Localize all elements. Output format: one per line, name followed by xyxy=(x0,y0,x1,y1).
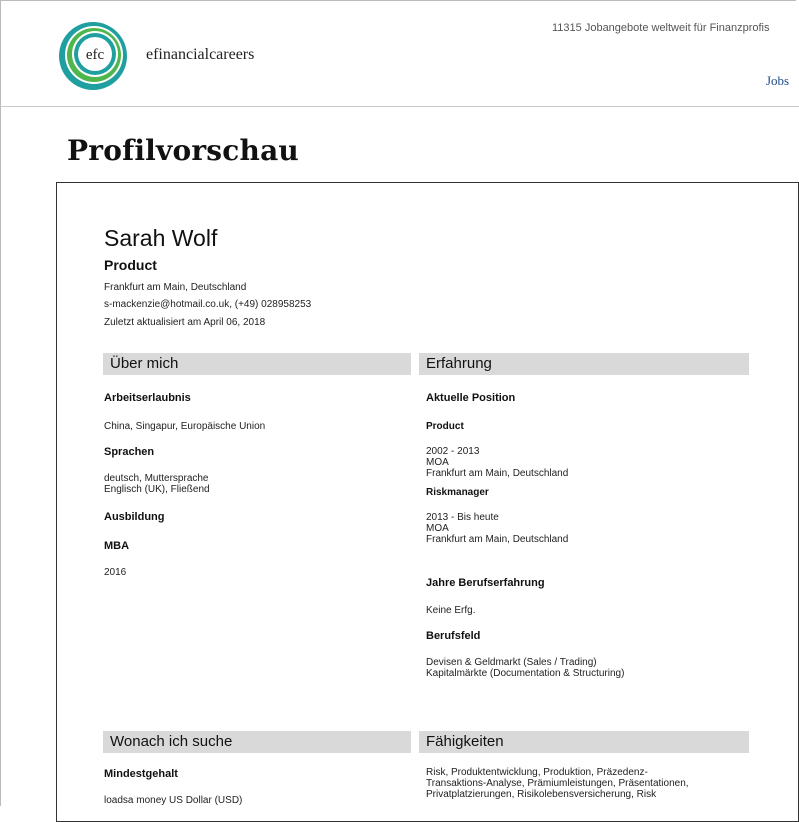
position1-title: Product xyxy=(426,421,464,432)
years-value: Keine Erfg. xyxy=(426,605,476,616)
skills-list: Risk, Produktentwicklung, Produktion, Pr… xyxy=(426,767,689,800)
min-salary-label: Mindestgehalt xyxy=(104,768,178,780)
min-salary-value: loadsa money US Dollar (USD) xyxy=(104,795,243,806)
current-position-label: Aktuelle Position xyxy=(426,392,516,404)
languages-value: deutsch, Muttersprache Englisch (UK), Fl… xyxy=(104,473,210,495)
section-seeking-title: Wonach ich suche xyxy=(110,733,233,750)
languages-label: Sprachen xyxy=(104,446,155,458)
position2-title: Riskmanager xyxy=(426,487,489,498)
degree-label: MBA xyxy=(104,540,130,552)
profile-location: Frankfurt am Main, Deutschland xyxy=(104,282,247,293)
efc-logo-icon[interactable]: efc xyxy=(57,20,129,92)
profile-name: Sarah Wolf xyxy=(104,225,218,251)
section-about: Über mich xyxy=(103,353,411,375)
nav-jobs-link[interactable]: Jobs xyxy=(766,73,789,89)
position2-details: 2013 - Bis heute MOA Frankfurt am Main, … xyxy=(426,512,569,545)
section-seeking: Wonach ich suche xyxy=(103,731,411,753)
job-count-text: 11315 Jobangebote weltweit für Finanzpro… xyxy=(552,22,770,34)
field-value: Devisen & Geldmarkt (Sales / Trading) Ka… xyxy=(426,657,625,679)
brand-name[interactable]: efinancialcareers xyxy=(146,46,254,64)
logo-text: efc xyxy=(86,47,105,63)
years-label: Jahre Berufserfahrung xyxy=(426,577,545,589)
section-skills-title: Fähigkeiten xyxy=(426,733,504,750)
profile-card xyxy=(56,182,799,822)
work-permit-value: China, Singapur, Europäische Union xyxy=(104,421,266,432)
education-label: Ausbildung xyxy=(104,511,165,523)
section-about-title: Über mich xyxy=(110,355,179,372)
section-skills: Fähigkeiten xyxy=(419,731,749,753)
profile-updated: Zuletzt aktualisiert am April 06, 2018 xyxy=(104,317,266,328)
degree-year: 2016 xyxy=(104,567,127,578)
profile-headline: Product xyxy=(104,257,157,273)
section-experience-title: Erfahrung xyxy=(426,355,492,372)
field-label: Berufsfeld xyxy=(426,630,481,642)
profile-contact: s-mackenzie@hotmail.co.uk, (+49) 0289582… xyxy=(104,299,312,310)
site-header: efc efinancialcareers 11315 Jobangebote … xyxy=(0,0,799,107)
position1-details: 2002 - 2013 MOA Frankfurt am Main, Deuts… xyxy=(426,446,569,479)
page-title: Profilvorschau xyxy=(67,134,299,167)
section-experience: Erfahrung xyxy=(419,353,749,375)
work-permit-label: Arbeitserlaubnis xyxy=(104,392,191,404)
